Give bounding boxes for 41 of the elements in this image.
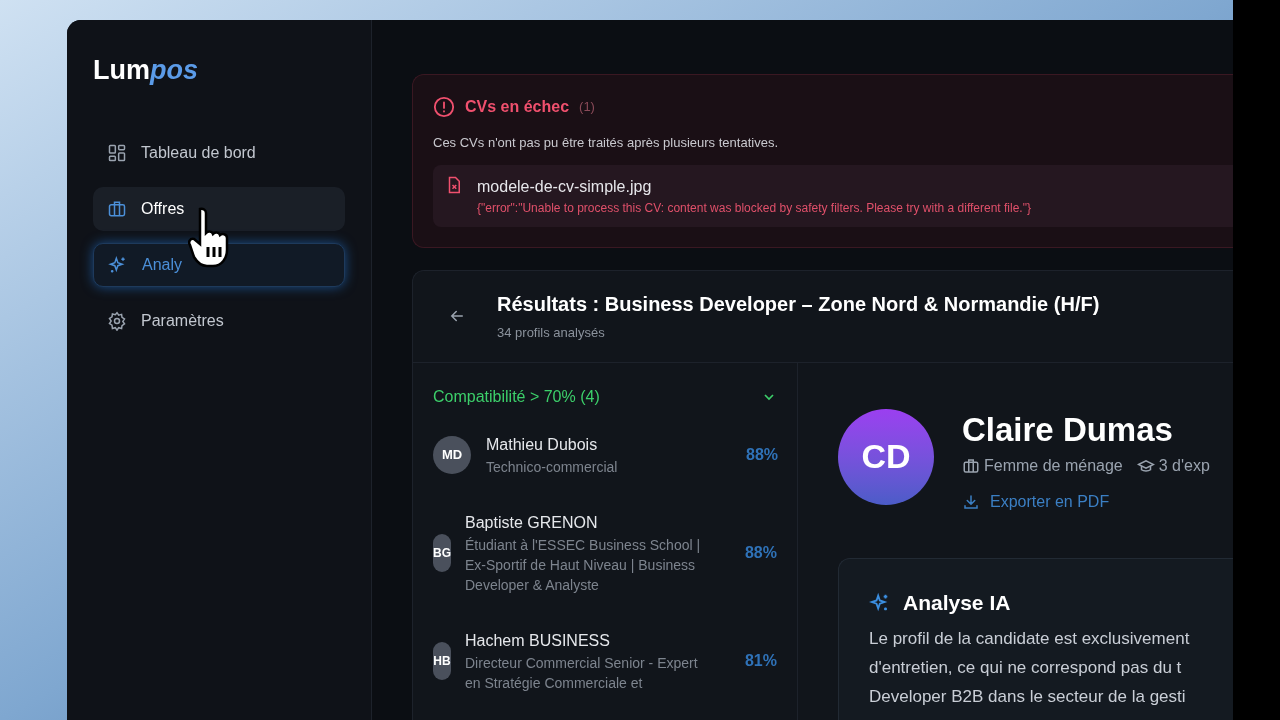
candidate-name: Mathieu Dubois <box>486 434 599 455</box>
candidate-avatar: HB <box>433 641 451 680</box>
candidate-headline: Technico-commercial <box>486 457 619 477</box>
candidate-row[interactable]: BG Baptiste GRENON Étudiant à l'ESSEC Business School | Ex-Sportif de Haut Niveau | Business Developer & Analyste 88% <box>433 510 777 595</box>
sparkles-icon <box>108 254 128 275</box>
candidate-avatar: BG <box>433 533 451 572</box>
failed-count: (1) <box>579 98 595 117</box>
alert-icon <box>433 96 455 118</box>
dashboard-icon <box>107 142 127 163</box>
candidate-headline: Étudiant à l'ESSEC Business School | Ex-Sportif de Haut Niveau | Business Developer & Analyste <box>465 535 702 595</box>
analysis-text: Le profil de la candidate est exclusivement d'entretien, ce qui ne correspond pas du t Developer B2B dans le secteur de la gesti <box>869 628 1190 709</box>
nav-item[interactable]: Analy <box>93 242 345 287</box>
group-header[interactable]: Compatibilité > 70% (4) <box>433 384 777 409</box>
match-score: 88% <box>746 444 779 465</box>
panel-description: Ces CVs n'ont pas pu être traités après plusieurs tentatives. <box>433 134 778 152</box>
analysis-title: Analyse IA <box>903 589 1011 616</box>
candidate-job: Femme de ménage <box>984 455 1123 476</box>
download-icon <box>962 492 980 511</box>
briefcase-icon <box>962 456 980 475</box>
candidate-name: Baptiste GRENON <box>465 512 599 533</box>
nav-item[interactable]: Paramètres <box>93 298 345 343</box>
candidate-avatar: CD <box>838 408 934 505</box>
candidate-row[interactable]: HB Hachem BUSINESS Directeur Commercial Senior - Expert en Stratégie Commerciale et 81% <box>433 628 777 693</box>
match-score: 81% <box>744 650 777 671</box>
file-name: modele-de-cv-simple.jpg <box>477 176 653 197</box>
candidate-avatar: MD <box>433 435 471 474</box>
candidate-name: Hachem BUSINESS <box>465 630 611 651</box>
match-score: 88% <box>744 542 777 563</box>
nav-item[interactable]: Tableau de bord <box>93 130 345 175</box>
panel-title: CVs en échec <box>465 97 570 117</box>
results-subtitle: 34 profils analysés <box>497 324 606 343</box>
candidate-row[interactable]: MD Mathieu Dubois Technico-commercial 88% <box>433 432 777 477</box>
results-title: Résultats : Business Developer – Zone Nord & Normandie (H/F) <box>497 292 1100 318</box>
nav-item[interactable]: Offres <box>93 186 345 231</box>
candidate-name: Claire Dumas <box>962 409 1174 450</box>
logo: Lumpos <box>93 54 198 87</box>
candidate-experience: 3 d'exp <box>1158 455 1210 476</box>
error-message: {"error":"Unable to process this CV: content was blocked by safety filters. Please try with a different file."} <box>477 199 1031 217</box>
candidate-headline: Directeur Commercial Senior - Expert en Stratégie Commerciale et <box>465 653 699 693</box>
export-pdf-link[interactable]: Exporter en PDF <box>962 489 1110 514</box>
settings-icon <box>107 310 127 331</box>
